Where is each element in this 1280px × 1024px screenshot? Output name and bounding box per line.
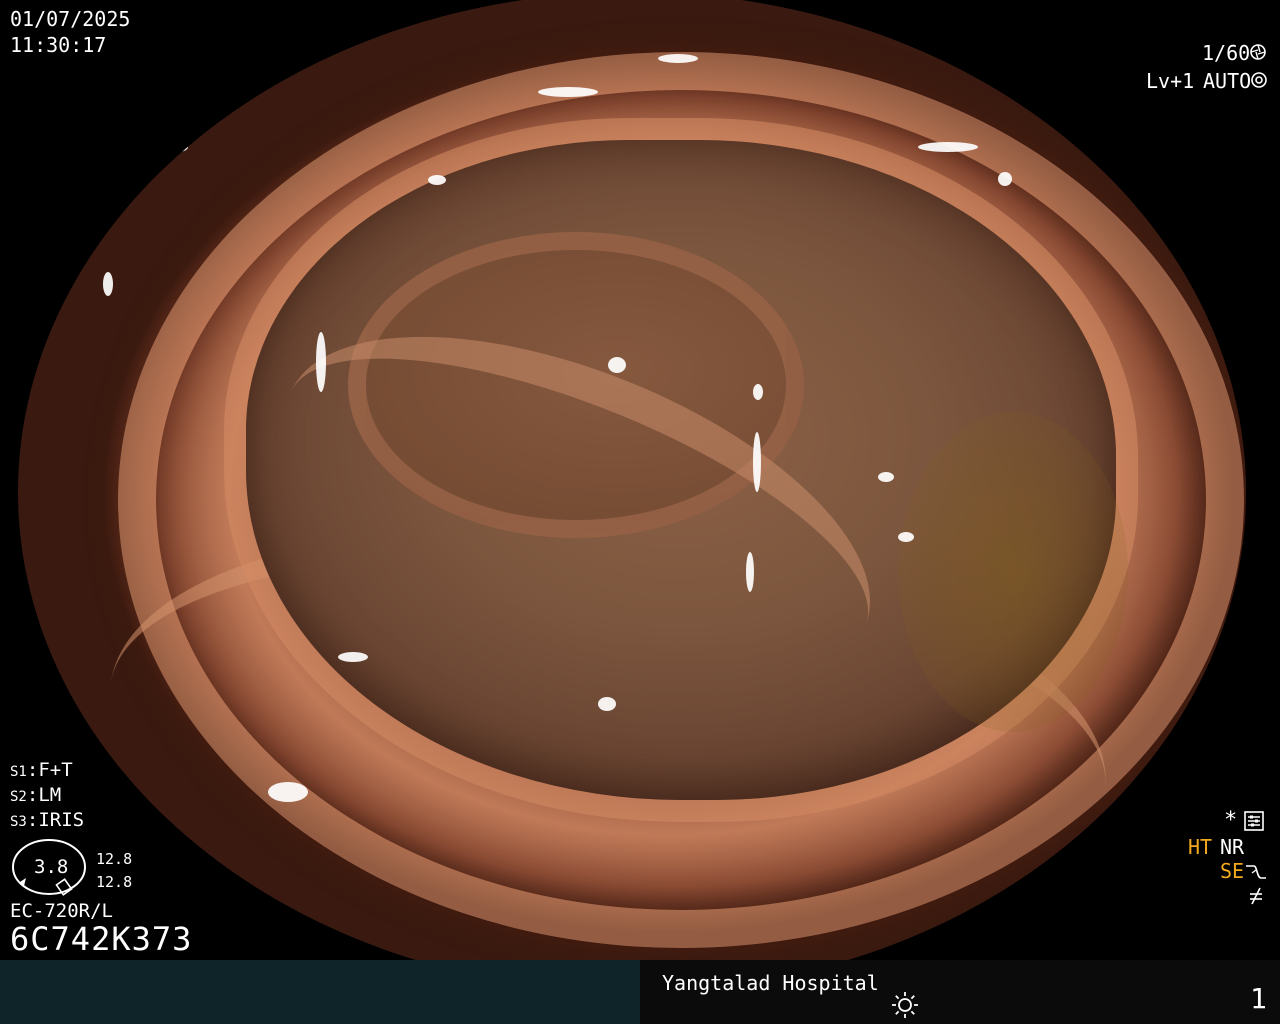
bottom-right-panel: Yangtalad Hospital 1 xyxy=(640,960,1280,1024)
shutter-speed: 1/60 xyxy=(1202,41,1251,65)
exposure-mode: AUTO xyxy=(1203,69,1252,93)
scope-switch-2: S2:LM xyxy=(10,784,62,806)
switch-value: F+T xyxy=(38,759,73,781)
switch-value: LM xyxy=(38,784,62,806)
se-indicator: SE xyxy=(1220,859,1245,883)
ht-indicator: HT xyxy=(1188,835,1213,859)
dial-value: 3.8 xyxy=(34,856,69,878)
nr-indicator: NR xyxy=(1220,835,1245,859)
endoscopy-screen: 01/07/2025 11:30:17 1/60 Lv+1 AUTO S1:F+… xyxy=(0,0,1280,1024)
level-readout: Lv+1 xyxy=(1146,69,1195,93)
date-readout: 01/07/2025 xyxy=(10,7,131,31)
switch-key: S2 xyxy=(10,789,27,805)
settings-icon xyxy=(1244,811,1264,831)
image-count: 1 xyxy=(1250,982,1267,1015)
hospital-name: Yangtalad Hospital xyxy=(662,971,879,995)
switch-value: IRIS xyxy=(38,809,85,831)
bottom-bar: Yangtalad Hospital 1 xyxy=(0,960,1280,1024)
scope-switch-1: S1:F+T xyxy=(10,759,73,781)
flash-off-icon xyxy=(1250,887,1262,905)
brightness-icon xyxy=(892,992,918,1018)
switch-key: S3 xyxy=(10,814,27,830)
scope-model: EC-720R/L xyxy=(10,900,113,922)
se-curve-icon xyxy=(1246,865,1266,879)
fluid-pool xyxy=(898,412,1128,732)
zoom-value-bottom: 12.8 xyxy=(96,873,133,891)
endoscope-image xyxy=(18,0,1246,992)
scope-switch-3: S3:IRIS xyxy=(10,809,85,831)
bottom-left-panel xyxy=(0,960,640,1024)
time-readout: 11:30:17 xyxy=(10,33,107,57)
scope-serial: 6C742K373 xyxy=(10,920,193,958)
shutter-icon xyxy=(1250,44,1266,60)
iris-icon xyxy=(1251,72,1267,88)
zoom-value-top: 12.8 xyxy=(96,850,133,868)
asterisk-indicator: * xyxy=(1224,808,1238,833)
switch-key: S1 xyxy=(10,764,27,780)
